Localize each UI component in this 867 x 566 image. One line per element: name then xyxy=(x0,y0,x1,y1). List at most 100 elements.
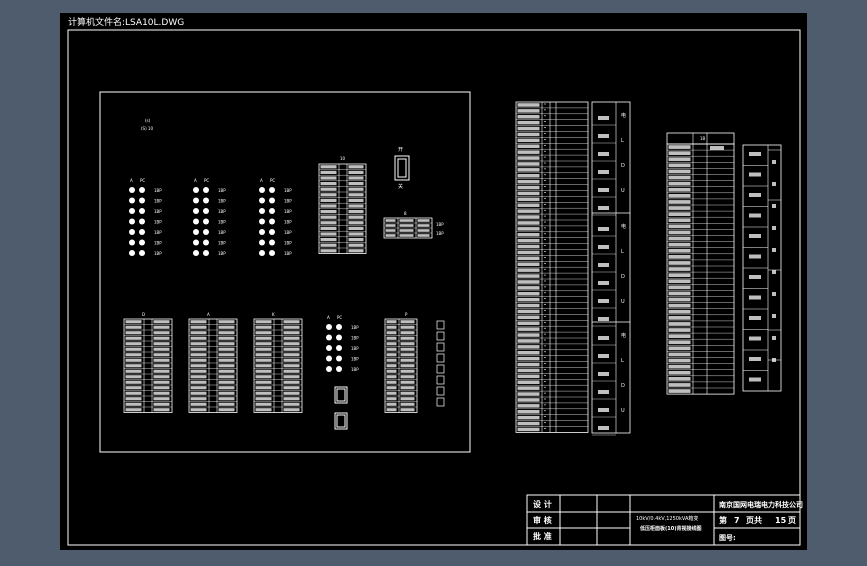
panel-top-note: (s) xyxy=(145,118,151,123)
cell-text xyxy=(772,270,776,274)
indicator-lamp xyxy=(139,197,145,204)
cell-text xyxy=(517,351,540,355)
cell-text xyxy=(417,229,430,232)
cell-text xyxy=(772,248,776,252)
cell-text xyxy=(153,375,170,379)
lamp-label: 1BP xyxy=(284,241,292,246)
indicator-lamp xyxy=(203,208,209,214)
cell-text xyxy=(517,427,540,432)
cell-text xyxy=(348,238,364,242)
cell-text xyxy=(320,232,337,236)
cell-text xyxy=(772,292,776,296)
cell-text xyxy=(125,347,142,351)
side-char: 电 xyxy=(621,112,626,119)
cell-text xyxy=(386,320,397,324)
drawing-number-label: 图号: xyxy=(719,533,736,542)
cell-text xyxy=(255,402,272,406)
cell-text xyxy=(517,156,540,160)
cell-text xyxy=(348,232,364,236)
cell-text xyxy=(386,331,397,335)
side-char: L xyxy=(621,358,624,364)
sheet-number: 7 xyxy=(734,516,740,525)
cell-text xyxy=(320,176,337,180)
drawing-canvas[interactable]: 计算机文件名:LSA10L.DWG (s) (S) 10 A PC 1BP 1BP 1B… xyxy=(0,0,867,562)
cell-text xyxy=(386,358,397,362)
cell-text xyxy=(517,356,540,361)
led-col-label: A xyxy=(327,315,330,320)
lamp-label: 1BP xyxy=(154,230,162,235)
cell-text xyxy=(668,279,691,284)
cell-text xyxy=(400,369,415,373)
side-char: L xyxy=(621,249,624,255)
cell-text xyxy=(517,179,540,184)
cell-text xyxy=(125,358,142,362)
cell-text xyxy=(598,206,609,210)
cell-text xyxy=(320,221,337,225)
cell-text xyxy=(668,377,691,381)
cell-text xyxy=(668,145,691,149)
cell-text xyxy=(385,219,396,222)
cell-text xyxy=(772,204,776,208)
cell-text xyxy=(517,109,540,113)
cell-text xyxy=(517,150,540,154)
lamp-label: 1BP xyxy=(351,346,359,351)
cell-text xyxy=(218,342,235,346)
indicator-lamp xyxy=(336,355,342,362)
cell-text xyxy=(283,347,300,351)
cell-text xyxy=(125,397,142,401)
cell-text xyxy=(668,370,691,375)
cell-text xyxy=(400,331,415,335)
cell-text xyxy=(668,291,691,296)
cell-text xyxy=(598,170,609,174)
cell-text xyxy=(399,224,414,227)
cell-text xyxy=(517,227,540,231)
led-col-label: PC xyxy=(140,178,145,183)
cell-text xyxy=(598,116,609,120)
side-note: 1BP xyxy=(436,231,444,236)
cell-text xyxy=(517,415,540,420)
switch-label-top: 开 xyxy=(398,147,403,153)
file-title: 计算机文件名:LSA10L.DWG xyxy=(68,16,184,28)
cell-text xyxy=(772,358,776,362)
cell-text xyxy=(749,193,761,197)
indicator-lamp xyxy=(326,324,332,330)
cell-text xyxy=(218,353,235,357)
led-col-label: PC xyxy=(270,178,275,183)
indicator-lamp xyxy=(139,239,145,246)
cell-text xyxy=(348,193,364,197)
indicator-lamp xyxy=(203,250,209,256)
cell-text xyxy=(517,333,540,337)
cell-text xyxy=(255,391,272,395)
indicator-lamp xyxy=(259,239,265,246)
cell-text xyxy=(283,320,300,324)
indicator-lamp xyxy=(129,229,135,235)
lamp-label: 1BP xyxy=(154,220,162,225)
cell-text xyxy=(668,352,691,357)
cell-text xyxy=(283,391,300,395)
sheet-total: 15 xyxy=(775,516,787,525)
cell-text xyxy=(386,391,397,395)
cell-text xyxy=(517,115,540,119)
cell-text xyxy=(320,238,337,242)
cell-text xyxy=(668,383,691,387)
cell-text xyxy=(517,197,540,202)
cell-text xyxy=(125,408,142,412)
cell-text xyxy=(283,369,300,373)
cell-text xyxy=(598,152,609,156)
cell-text xyxy=(125,342,142,346)
cell-text xyxy=(400,380,415,384)
led-col-label: PC xyxy=(337,315,342,320)
side-char: L xyxy=(621,138,624,144)
side-char: U xyxy=(621,188,625,194)
cell-text xyxy=(517,327,540,331)
cell-text xyxy=(400,402,415,406)
cell-text xyxy=(125,369,142,373)
cell-text xyxy=(255,397,272,401)
cell-text xyxy=(283,375,300,379)
indicator-lamp xyxy=(139,187,145,193)
cell-text xyxy=(517,339,540,343)
cell-text xyxy=(517,386,540,390)
cell-text xyxy=(255,408,272,412)
cell-text xyxy=(218,375,235,379)
cell-text xyxy=(320,249,337,253)
